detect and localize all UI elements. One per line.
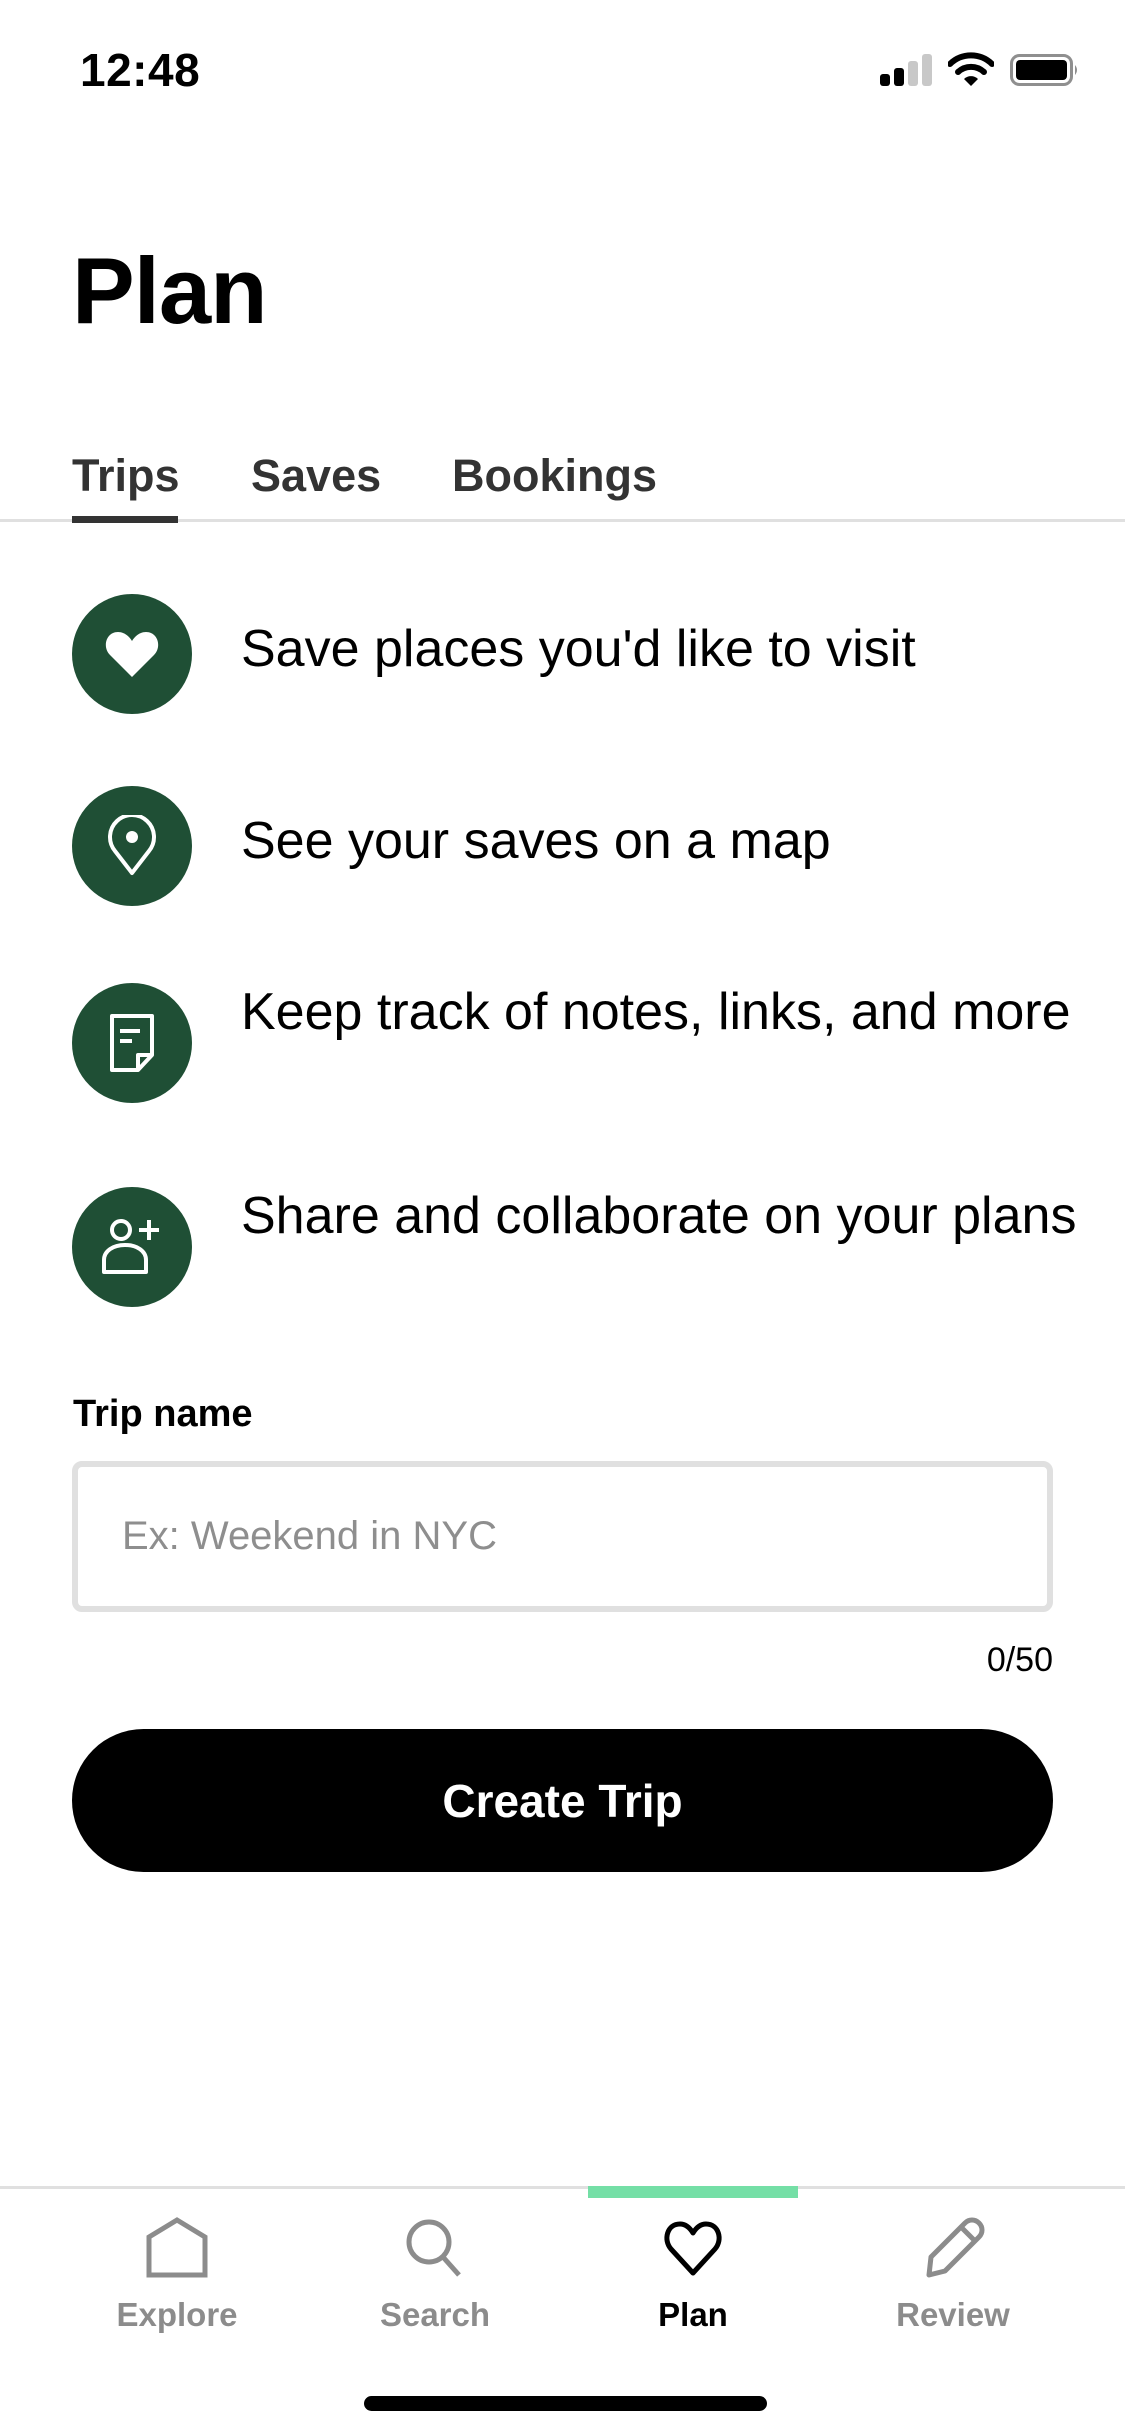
active-tab-indicator — [72, 516, 178, 523]
tab-trips[interactable]: Trips — [72, 448, 180, 504]
nav-item-search[interactable]: Search — [335, 2217, 535, 2337]
nav-item-explore[interactable]: Explore — [77, 2217, 277, 2337]
feature-icon-circle — [72, 594, 192, 714]
tab-saves[interactable]: Saves — [251, 448, 381, 504]
tab-bookings[interactable]: Bookings — [452, 448, 657, 504]
nav-item-review[interactable]: Review — [853, 2217, 1053, 2337]
signal-icon — [880, 50, 936, 90]
feature-text: Share and collaborate on your plans — [241, 1187, 1077, 1245]
feature-text: Keep track of notes, links, and more — [241, 983, 1071, 1041]
heart-outline-icon — [664, 2221, 722, 2276]
create-trip-button[interactable]: Create Trip — [72, 1729, 1053, 1872]
nav-label: Plan — [658, 2296, 728, 2333]
add-person-icon — [102, 1219, 159, 1274]
feature-icon-circle — [72, 983, 192, 1103]
character-counter: 0/50 — [986, 1641, 1053, 1679]
heart-icon — [105, 632, 159, 677]
battery-icon — [1010, 54, 1077, 86]
wifi-icon — [948, 52, 994, 86]
nav-label: Search — [379, 2296, 491, 2333]
home-indicator — [364, 2396, 767, 2411]
home-icon — [146, 2217, 208, 2278]
status-time: 12:48 — [80, 44, 201, 96]
pencil-icon — [926, 2217, 985, 2278]
feature-icon-circle — [72, 786, 192, 906]
nav-item-plan[interactable]: Plan — [593, 2217, 793, 2337]
feature-icon-circle — [72, 1187, 192, 1307]
tab-bar: Trips Saves Bookings — [0, 440, 1125, 523]
search-icon — [406, 2219, 461, 2277]
trip-name-label: Trip name — [73, 1393, 253, 1435]
feature-text: Save places you'd like to visit — [241, 620, 916, 678]
active-nav-indicator — [588, 2186, 798, 2198]
trip-name-input[interactable] — [72, 1461, 1053, 1612]
nav-label: Explore — [116, 2296, 238, 2333]
page-title: Plan — [72, 238, 268, 343]
feature-text: See your saves on a map — [241, 812, 831, 870]
map-pin-icon — [108, 815, 156, 875]
note-icon — [110, 1014, 154, 1072]
nav-label: Review — [896, 2296, 1010, 2333]
